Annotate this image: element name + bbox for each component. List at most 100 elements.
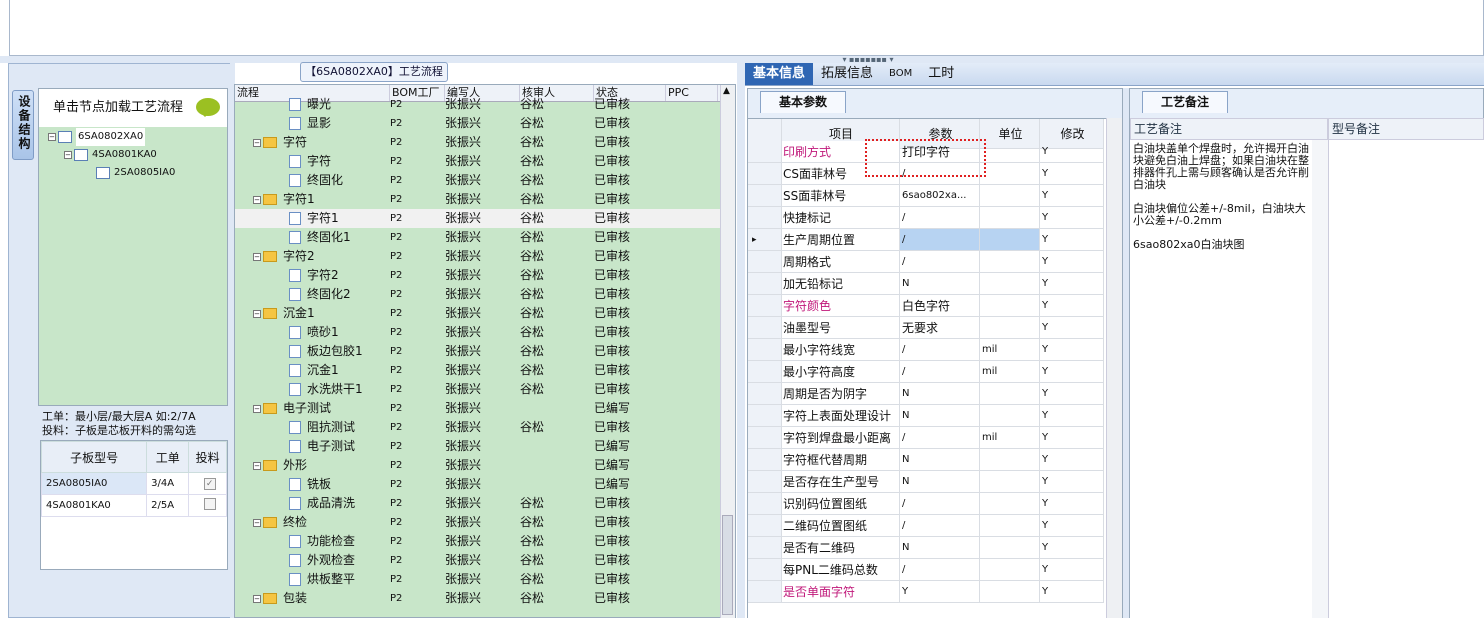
- param-value[interactable]: 无要求: [900, 317, 980, 339]
- param-value[interactable]: /: [900, 251, 980, 273]
- flow-row[interactable]: − 沉金1 P2 张振兴 谷松 已审核: [235, 304, 735, 323]
- flow-row[interactable]: 终固化 P2 张振兴 谷松 已审核: [235, 171, 735, 190]
- flow-row[interactable]: 外观检查 P2 张振兴 谷松 已审核: [235, 551, 735, 570]
- param-row[interactable]: 字符颜色 白色字符 Y: [748, 295, 1122, 317]
- flow-row[interactable]: 曝光 P2 张振兴 谷松 已审核: [235, 95, 735, 114]
- flow-row[interactable]: 字符 P2 张振兴 谷松 已审核: [235, 152, 735, 171]
- top-splitter[interactable]: [0, 56, 1484, 63]
- flow-row[interactable]: 字符1 P2 张振兴 谷松 已审核: [235, 209, 735, 228]
- collapse-icon[interactable]: −: [253, 594, 261, 603]
- flow-row[interactable]: 功能检查 P2 张振兴 谷松 已审核: [235, 532, 735, 551]
- table-row[interactable]: 4SA0801KA0 2/5A: [40, 494, 227, 517]
- param-row[interactable]: 最小字符高度 / mil Y: [748, 361, 1122, 383]
- param-value[interactable]: N: [900, 273, 980, 295]
- params-scrollbar[interactable]: [1106, 118, 1122, 618]
- middle-splitter[interactable]: [737, 63, 745, 618]
- flow-row[interactable]: − 字符2 P2 张振兴 谷松 已审核: [235, 247, 735, 266]
- flow-row[interactable]: 烘板整平 P2 张振兴 谷松 已审核: [235, 570, 735, 589]
- param-row[interactable]: SS面菲林号 6sao802xa... Y: [748, 185, 1122, 207]
- collapse-icon[interactable]: −: [253, 309, 261, 318]
- collapse-icon[interactable]: −: [253, 138, 261, 147]
- param-row[interactable]: 周期格式 / Y: [748, 251, 1122, 273]
- tree-node[interactable]: −6SA0802XA0: [48, 128, 175, 146]
- param-row[interactable]: 二维码位置图纸 / Y: [748, 515, 1122, 537]
- param-value[interactable]: N: [900, 537, 980, 559]
- tab-basic-info[interactable]: 基本信息: [745, 63, 814, 85]
- tab-work-hours[interactable]: 工时: [920, 63, 962, 85]
- process-notes-text[interactable]: 白油块盖单个焊盘时，允许揭开白油块避免白油上焊盘；如果白油块在整排器件孔上需与顾…: [1130, 140, 1312, 618]
- flow-row[interactable]: 阻抗测试 P2 张振兴 谷松 已审核: [235, 418, 735, 437]
- param-value[interactable]: N: [900, 405, 980, 427]
- col-header[interactable]: 投料: [188, 441, 227, 473]
- collapse-icon[interactable]: −: [253, 404, 261, 413]
- param-value[interactable]: /: [900, 515, 980, 537]
- col-header[interactable]: 子板型号: [40, 441, 148, 473]
- param-value[interactable]: /: [900, 207, 980, 229]
- param-row[interactable]: 油墨型号 无要求 Y: [748, 317, 1122, 339]
- param-value[interactable]: /: [900, 339, 980, 361]
- tree-node[interactable]: −4SA0801KA0: [48, 146, 175, 164]
- param-row[interactable]: ▸ 生产周期位置 / Y: [748, 229, 1122, 251]
- feed-checkbox[interactable]: ✓: [203, 477, 216, 490]
- col-header[interactable]: 工单: [146, 441, 190, 473]
- model-notes-text[interactable]: [1328, 140, 1484, 618]
- flow-scroll-thumb[interactable]: [722, 515, 733, 615]
- flow-row[interactable]: 板边包胶1 P2 张振兴 谷松 已审核: [235, 342, 735, 361]
- param-value[interactable]: /: [900, 559, 980, 581]
- flow-row[interactable]: 显影 P2 张振兴 谷松 已审核: [235, 114, 735, 133]
- flow-row[interactable]: − 电子测试 P2 张振兴 已编写: [235, 399, 735, 418]
- flow-row[interactable]: − 字符1 P2 张振兴 谷松 已审核: [235, 190, 735, 209]
- notes-scrollbar[interactable]: [1312, 140, 1328, 618]
- collapse-icon[interactable]: −: [253, 461, 261, 470]
- collapse-icon[interactable]: −: [253, 195, 261, 204]
- param-row[interactable]: 是否单面字符 Y Y: [748, 581, 1122, 603]
- param-row[interactable]: 是否有二维码 N Y: [748, 537, 1122, 559]
- param-row[interactable]: 快捷标记 / Y: [748, 207, 1122, 229]
- flow-row[interactable]: 终固化2 P2 张振兴 谷松 已审核: [235, 285, 735, 304]
- tab-basic-params[interactable]: 基本参数: [760, 91, 846, 113]
- param-value[interactable]: /: [900, 427, 980, 449]
- tab-device-structure[interactable]: 设备结构: [12, 90, 34, 160]
- splitter-grip-icon[interactable]: ▾ ▪▪▪▪▪▪▪ ▾: [838, 56, 898, 64]
- flow-row[interactable]: − 外形 P2 张振兴 已编写: [235, 456, 735, 475]
- param-value[interactable]: N: [900, 383, 980, 405]
- param-value[interactable]: /: [900, 493, 980, 515]
- flow-row[interactable]: 铣板 P2 张振兴 已编写: [235, 475, 735, 494]
- param-row[interactable]: 周期是否为阴字 N Y: [748, 383, 1122, 405]
- param-value[interactable]: /: [900, 229, 980, 251]
- flow-row[interactable]: 字符2 P2 张振兴 谷松 已审核: [235, 266, 735, 285]
- flow-row[interactable]: 电子测试 P2 张振兴 已编写: [235, 437, 735, 456]
- flow-row[interactable]: 喷砂1 P2 张振兴 谷松 已审核: [235, 323, 735, 342]
- flow-row[interactable]: − 字符 P2 张振兴 谷松 已审核: [235, 133, 735, 152]
- param-row[interactable]: 字符上表面处理设计 N Y: [748, 405, 1122, 427]
- param-value[interactable]: N: [900, 449, 980, 471]
- flow-row[interactable]: 水洗烘干1 P2 张振兴 谷松 已审核: [235, 380, 735, 399]
- order-info: 工单：最小层/最大层A 如:2/7A 投料：子板是芯板开料的需勾选: [42, 410, 196, 437]
- flow-row[interactable]: 成品清洗 P2 张振兴 谷松 已审核: [235, 494, 735, 513]
- tab-process-notes[interactable]: 工艺备注: [1142, 91, 1228, 113]
- scroll-up-icon[interactable]: ▲: [723, 86, 730, 96]
- param-row[interactable]: 加无铅标记 N Y: [748, 273, 1122, 295]
- tab-extended-info[interactable]: 拓展信息: [813, 63, 881, 85]
- param-row[interactable]: 是否存在生产型号 N Y: [748, 471, 1122, 493]
- param-value[interactable]: Y: [900, 581, 980, 603]
- table-row[interactable]: 2SA0805IA0 3/4A ✓: [40, 472, 227, 495]
- param-row[interactable]: 识别码位置图纸 / Y: [748, 493, 1122, 515]
- param-value[interactable]: 6sao802xa...: [900, 185, 980, 207]
- tab-bom[interactable]: BOM: [881, 63, 920, 85]
- tree-node[interactable]: 2SA0805IA0: [48, 164, 175, 182]
- param-row[interactable]: 字符到焊盘最小距离 / mil Y: [748, 427, 1122, 449]
- param-value[interactable]: /: [900, 361, 980, 383]
- flow-row[interactable]: 终固化1 P2 张振兴 谷松 已审核: [235, 228, 735, 247]
- collapse-icon[interactable]: −: [253, 252, 261, 261]
- flow-row[interactable]: − 包装 P2 张振兴 谷松 已审核: [235, 589, 735, 608]
- param-value[interactable]: N: [900, 471, 980, 493]
- feed-checkbox[interactable]: [203, 498, 216, 510]
- collapse-icon[interactable]: −: [253, 518, 261, 527]
- param-value[interactable]: 白色字符: [900, 295, 980, 317]
- param-row[interactable]: 每PNL二维码总数 / Y: [748, 559, 1122, 581]
- flow-row[interactable]: − 终检 P2 张振兴 谷松 已审核: [235, 513, 735, 532]
- param-row[interactable]: 最小字符线宽 / mil Y: [748, 339, 1122, 361]
- param-row[interactable]: 字符框代替周期 N Y: [748, 449, 1122, 471]
- flow-row[interactable]: 沉金1 P2 张振兴 谷松 已审核: [235, 361, 735, 380]
